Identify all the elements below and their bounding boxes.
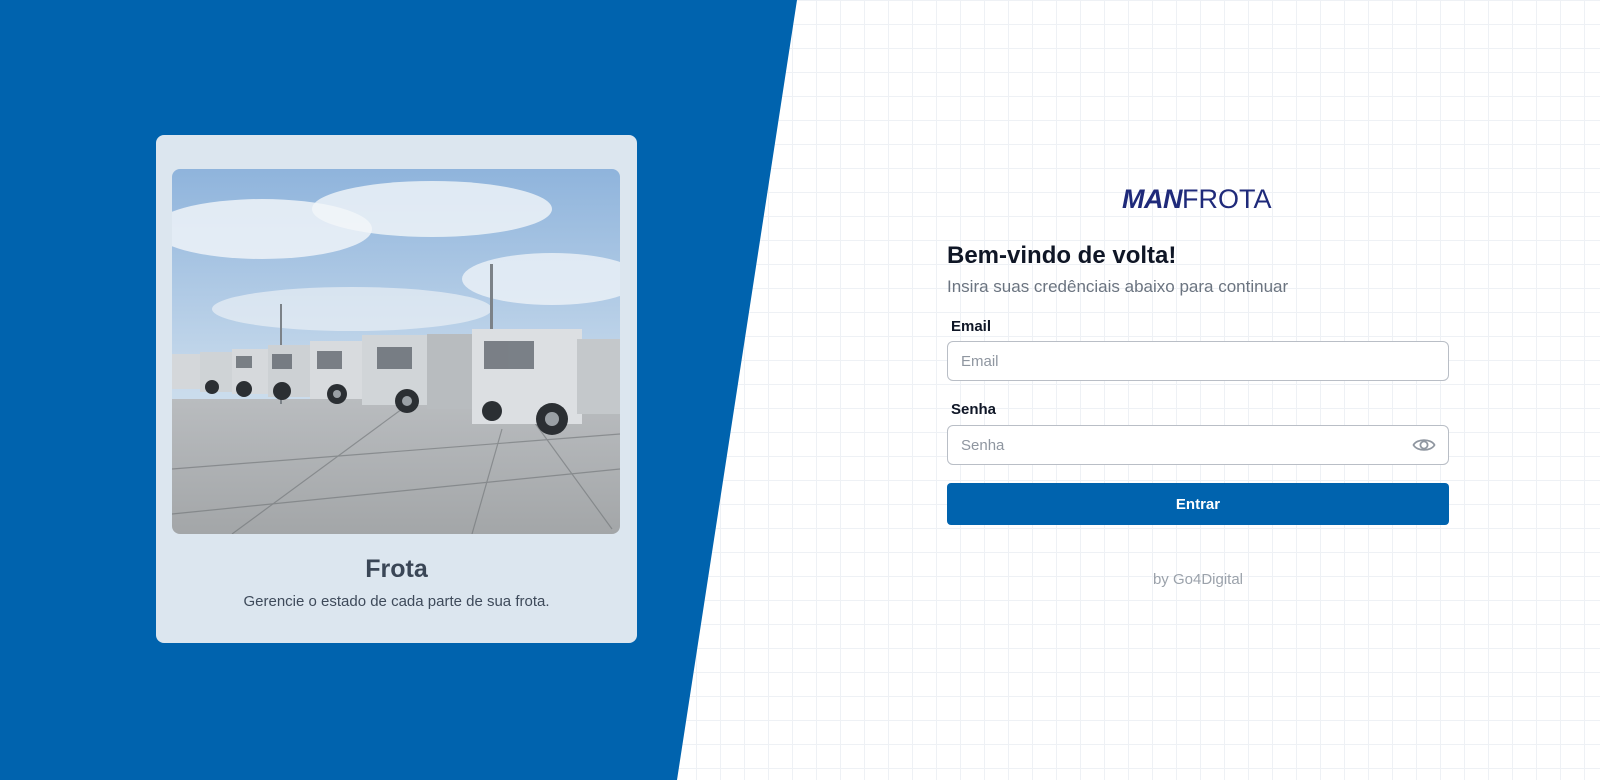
login-submit-button[interactable]: Entrar xyxy=(947,483,1449,525)
logo-man-text: MAN xyxy=(1122,184,1183,214)
password-label: Senha xyxy=(951,401,997,418)
logo-frota-text: FROTA xyxy=(1182,184,1272,214)
fleet-photo xyxy=(172,169,620,534)
byline-text: by Go4Digital xyxy=(1152,571,1244,588)
welcome-subheading: Insira suas credênciais abaixo para cont… xyxy=(947,277,1289,296)
feature-card: Frota Gerencie o estado de cada parte de… xyxy=(156,135,637,643)
manfrota-logo: MANFROTA xyxy=(1122,184,1277,214)
show-password-eye-icon[interactable] xyxy=(1412,435,1436,455)
welcome-heading: Bem-vindo de volta! xyxy=(947,242,1177,269)
login-page: Frota Gerencie o estado de cada parte de… xyxy=(0,0,1600,780)
feature-title: Frota xyxy=(365,555,428,583)
password-field-wrapper xyxy=(947,425,1449,465)
feature-subtitle: Gerencie o estado de cada parte de sua f… xyxy=(243,593,550,610)
email-field-wrapper xyxy=(947,341,1449,381)
password-input[interactable] xyxy=(948,426,1401,464)
email-input[interactable] xyxy=(948,342,1401,380)
email-label: Email xyxy=(951,318,992,335)
